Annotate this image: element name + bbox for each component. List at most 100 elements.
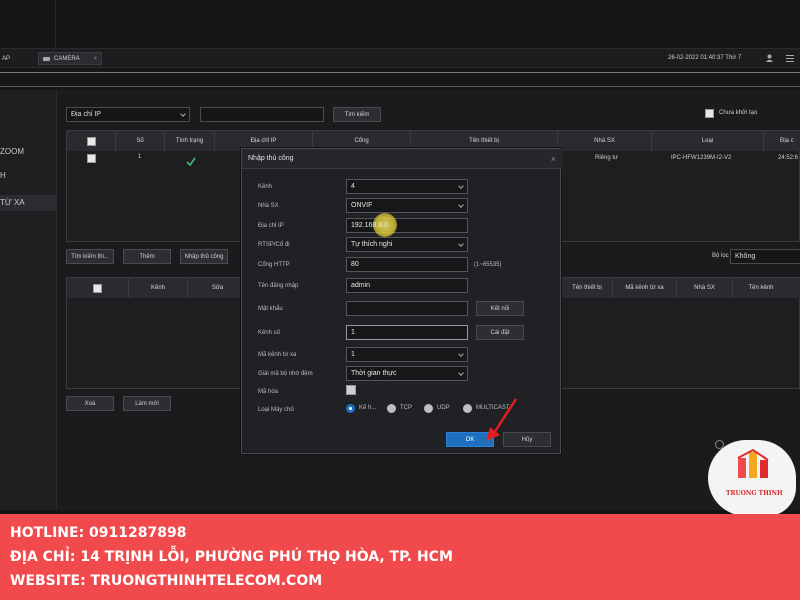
upper-background [0, 0, 800, 48]
channel-no-field[interactable]: 1 [346, 325, 468, 340]
dialog-title: Nhập thủ công × [242, 149, 562, 169]
ip-select[interactable]: Địa chỉ IP [66, 107, 190, 122]
row-vendor: Riêng tư [595, 155, 619, 161]
bezel-line [0, 72, 800, 73]
label-channel: Kênh [258, 184, 273, 190]
filter-label: Bộ lọc [712, 253, 729, 259]
manual-add-button[interactable]: Nhập thủ công [180, 249, 228, 264]
footer-website: WEBSITE: TRUONGTHINHTELECOM.COM [10, 573, 323, 589]
label-channel-no: Kênh số [258, 330, 281, 336]
filter-select[interactable]: Không [730, 249, 800, 264]
footer-address: ĐỊA CHỈ: 14 TRỊNH LỖI, PHƯỜNG PHÚ THỌ HÒ… [10, 549, 453, 565]
row-checkbox[interactable] [87, 154, 96, 163]
col-added-device-name: Tên thiết bị [561, 278, 613, 298]
ip-field[interactable]: 192.168.8.0 [346, 213, 468, 237]
uninit-label: Chưa khởi tạo [719, 110, 758, 116]
ip-select-value: Địa chỉ IP [71, 111, 101, 118]
tab-camera[interactable]: CAMERA × [38, 52, 102, 65]
search-button[interactable]: Tìm kiếm [333, 107, 381, 122]
user-icon[interactable] [766, 54, 773, 62]
label-rtsp: RTSP/Cổ đi [258, 242, 290, 248]
encrypt-checkbox[interactable] [346, 385, 356, 395]
footer: HOTLINE: 0911287898 ĐỊA CHỈ: 14 TRỊNH LỖ… [0, 514, 800, 600]
radio-tcp-label: TCP [400, 405, 412, 411]
col-added-vendor: Nhà SX [677, 278, 733, 298]
close-icon[interactable]: × [93, 56, 97, 62]
manual-add-dialog: Nhập thủ công × Kênh 4 Nhà SX ONVIF Địa … [241, 148, 562, 454]
col-type: Loại [652, 131, 764, 151]
label-encrypt: Mã hóa [258, 389, 279, 395]
sidebar: ZOOM H TỪ XA [0, 90, 57, 510]
label-vendor: Nhà SX [258, 203, 279, 209]
refresh-button[interactable]: Làm mới [123, 396, 171, 411]
search-device-button[interactable]: Tìm kiếm thi... [66, 249, 114, 264]
decode-buffer-value: Thời gian thực [351, 370, 397, 377]
decode-buffer-select[interactable]: Thời gian thực [346, 366, 468, 381]
radio-udp[interactable] [424, 404, 433, 413]
channel-no-value: 1 [351, 329, 355, 336]
col-mac: Địa c [780, 138, 794, 144]
col-channel: Kênh [128, 278, 188, 298]
settings-button[interactable]: Cài đặt [476, 325, 524, 340]
vendor-select[interactable]: ONVIF [346, 198, 468, 213]
remote-channel-value: 1 [351, 351, 355, 358]
close-icon[interactable]: × [551, 154, 556, 164]
sidebar-item-h[interactable]: H [0, 171, 6, 180]
chevron-down-icon [458, 183, 464, 189]
added-select-all-checkbox[interactable] [93, 284, 102, 293]
red-arrow-annotation [486, 398, 518, 441]
chevron-down-icon [458, 370, 464, 376]
channel-select[interactable]: 4 [346, 179, 468, 194]
username-value: admin [351, 282, 371, 289]
col-status: Tình trạng [165, 131, 215, 151]
sidebar-item-zoom[interactable]: ZOOM [0, 147, 24, 156]
col-remote-channel: Mã kênh từ xa [613, 278, 677, 298]
ip-value: 192.168.8.0 [351, 222, 388, 229]
tab-left[interactable]: AP [0, 52, 34, 65]
rtsp-select[interactable]: Tự thích nghi [346, 237, 468, 252]
vendor-value: ONVIF [351, 202, 373, 209]
chevron-down-icon [458, 241, 464, 247]
chevron-down-icon [458, 351, 464, 357]
http-port-value: 80 [351, 261, 359, 268]
tab-camera-label: CAMERA [54, 55, 80, 62]
chevron-down-icon [180, 111, 186, 117]
radio-udp-label: UDP [437, 405, 450, 411]
label-username: Tên đăng nhập [258, 283, 299, 289]
add-button[interactable]: Thêm [123, 249, 171, 264]
brand-mark-icon [737, 448, 769, 478]
chevron-down-icon [458, 202, 464, 208]
footer-hotline: HOTLINE: 0911287898 [10, 525, 187, 541]
label-password: Mật khẩu [258, 306, 283, 312]
brand-logo: TRUONG THINH [708, 440, 796, 516]
radio-tcp[interactable] [387, 404, 396, 413]
username-field[interactable]: admin [346, 278, 468, 293]
channel-value: 4 [351, 183, 355, 190]
col-edit: Sửa [188, 278, 248, 298]
label-ip: Địa chỉ IP [258, 223, 284, 229]
delete-button[interactable]: Xoá [66, 396, 114, 411]
http-port-field[interactable]: 80 [346, 257, 468, 272]
search-input[interactable] [200, 107, 324, 122]
select-all-checkbox[interactable] [87, 137, 96, 146]
radio-auto[interactable] [346, 404, 355, 413]
row-type: IPC-HFW1239M-I2-V2 [671, 155, 732, 161]
menu-icon[interactable] [786, 54, 794, 62]
label-decode-buffer: Giải mã bộ nhớ đệm [258, 371, 313, 377]
top-divider [55, 0, 56, 48]
sidebar-item-remote[interactable]: TỪ XA [0, 195, 57, 211]
password-field[interactable] [346, 301, 468, 316]
col-no: Số [115, 131, 165, 151]
radio-multicast[interactable] [463, 404, 472, 413]
radio-auto-label: Kế h... [359, 405, 377, 411]
connect-button[interactable]: Kết nối [476, 301, 524, 316]
datetime: 26-02-2022 01:40:37 Thứ 7 [668, 55, 742, 61]
camera-icon [43, 56, 50, 61]
rtsp-value: Tự thích nghi [351, 241, 393, 248]
row-no: 1 [138, 154, 142, 160]
top-bar: AP CAMERA × 26-02-2022 01:40:37 Thứ 7 [0, 48, 800, 68]
col-channel-name: Tên kênh [748, 285, 774, 291]
remote-channel-select[interactable]: 1 [346, 347, 468, 362]
uninit-checkbox[interactable] [705, 109, 714, 118]
dialog-title-text: Nhập thủ công [248, 155, 294, 162]
